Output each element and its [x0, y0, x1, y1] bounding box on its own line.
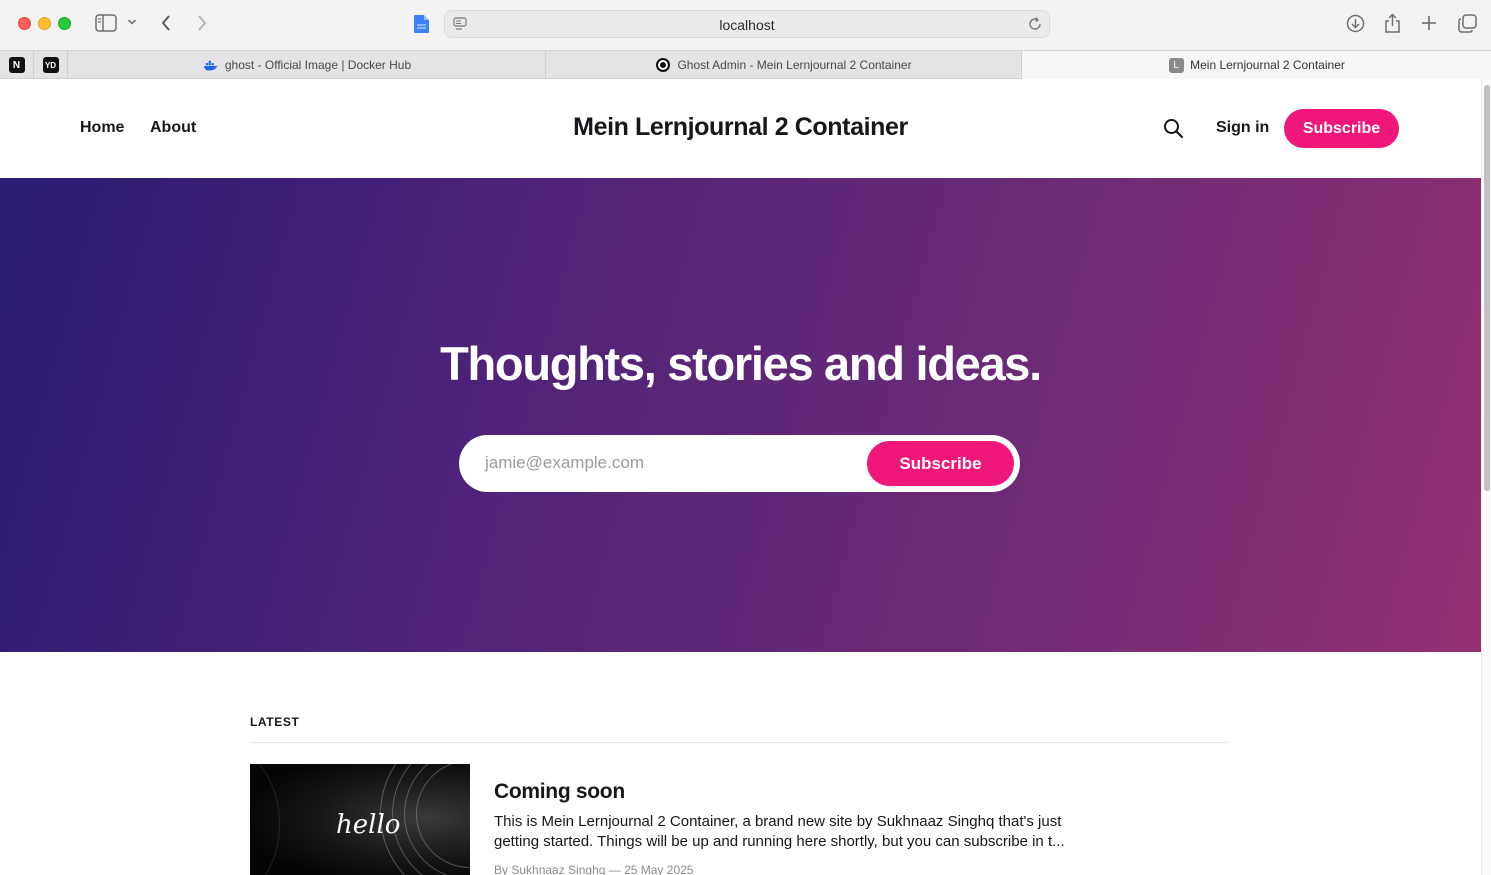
- hero-section: Thoughts, stories and ideas. jamie@examp…: [0, 178, 1481, 652]
- tab-bar: N YD ghost - Official Image | Docker Hub…: [0, 50, 1491, 79]
- sign-in-link[interactable]: Sign in: [1216, 119, 1269, 137]
- tab-label: Ghost Admin - Mein Lernjournal 2 Contain…: [677, 58, 912, 72]
- header-subscribe-button[interactable]: Subscribe: [1284, 109, 1399, 148]
- reload-icon[interactable]: [1027, 16, 1043, 37]
- hero-title: Thoughts, stories and ideas.: [440, 337, 1042, 390]
- site-letter-icon: L: [1168, 57, 1184, 73]
- tab-label: Mein Lernjournal 2 Container: [1190, 58, 1345, 72]
- section-divider: [250, 742, 1229, 743]
- web-page: Home About Mein Lernjournal 2 Container …: [0, 79, 1481, 875]
- app-icon: YD: [42, 57, 59, 73]
- pinned-tab-app[interactable]: YD: [34, 51, 68, 79]
- site-header: Home About Mein Lernjournal 2 Container …: [0, 79, 1481, 178]
- page-file-icon[interactable]: [412, 14, 430, 34]
- zoom-window-button[interactable]: [58, 17, 71, 30]
- ghost-icon: [655, 57, 671, 73]
- tab-site-active[interactable]: L Mein Lernjournal 2 Container: [1022, 51, 1491, 79]
- page-scrollbar[interactable]: [1481, 79, 1491, 875]
- tab-docker-hub[interactable]: ghost - Official Image | Docker Hub: [69, 51, 546, 79]
- post-title[interactable]: Coming soon: [494, 780, 625, 804]
- browser-toolbar: localhost: [0, 0, 1491, 50]
- forward-arrow-icon[interactable]: [196, 14, 208, 32]
- pinned-tab-notion[interactable]: N: [0, 51, 34, 79]
- share-icon[interactable]: [1384, 13, 1401, 34]
- post-image-text: hello: [336, 810, 401, 840]
- hero-subscribe-button[interactable]: Subscribe: [867, 441, 1014, 486]
- sidebar-toggle-icon[interactable]: [95, 14, 117, 32]
- notion-icon: N: [8, 57, 25, 73]
- post-feature-image[interactable]: hello: [250, 764, 470, 875]
- new-tab-plus-icon[interactable]: [1421, 15, 1437, 31]
- email-input[interactable]: jamie@example.com: [485, 453, 644, 473]
- search-icon[interactable]: [1163, 118, 1184, 144]
- url-text[interactable]: localhost: [445, 17, 1049, 33]
- docker-icon: [203, 57, 219, 73]
- post-meta: By Sukhnaaz Singhq — 25 May 2025: [494, 863, 694, 875]
- back-arrow-icon[interactable]: [160, 14, 172, 32]
- minimize-window-button[interactable]: [38, 17, 51, 30]
- close-window-button[interactable]: [18, 17, 31, 30]
- latest-heading: LATEST: [250, 715, 300, 729]
- address-bar[interactable]: localhost: [444, 10, 1050, 38]
- chevron-down-icon[interactable]: [127, 18, 137, 26]
- scrollbar-thumb[interactable]: [1484, 85, 1490, 491]
- tab-overview-icon[interactable]: [1458, 14, 1477, 33]
- downloads-icon[interactable]: [1346, 14, 1365, 33]
- subscribe-form: jamie@example.com Subscribe: [459, 435, 1020, 492]
- post-excerpt[interactable]: This is Mein Lernjournal 2 Container, a …: [494, 812, 1104, 852]
- tab-ghost-admin[interactable]: Ghost Admin - Mein Lernjournal 2 Contain…: [546, 51, 1022, 79]
- tab-label: ghost - Official Image | Docker Hub: [224, 58, 412, 72]
